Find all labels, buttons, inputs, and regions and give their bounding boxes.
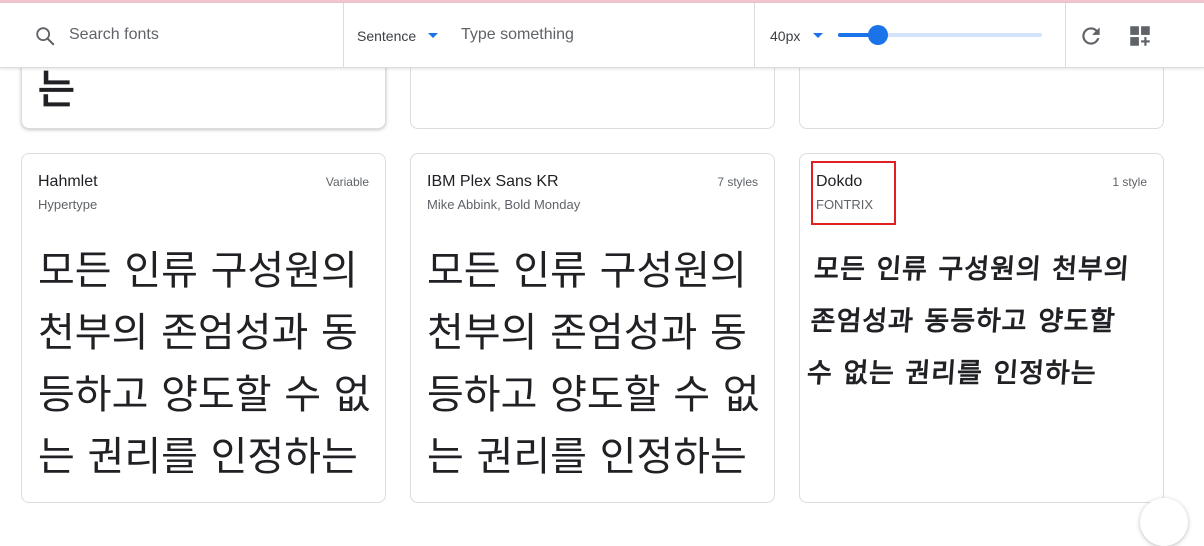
search-input[interactable]: Search fonts <box>69 26 159 44</box>
slider-thumb[interactable] <box>868 25 889 45</box>
font-name: Hahmlet <box>38 173 98 190</box>
chevron-down-icon[interactable] <box>428 33 438 38</box>
font-foundry: Hypertype <box>38 197 98 212</box>
scroll-to-top-button[interactable] <box>1140 498 1188 546</box>
font-toolbar: Search fonts Sentence Type something 40p… <box>0 3 1204 68</box>
font-styles-count: Variable <box>325 175 369 189</box>
font-foundry: Mike Abbink, Bold Monday <box>427 197 581 212</box>
sample-text: 모든 인류 구성원의 천부의 존엄성과 동등하고 양도할 수 없는 권리를 인정… <box>805 254 1131 389</box>
preview-text-input[interactable]: Type something <box>461 26 574 44</box>
font-card-ibm-plex-sans-kr[interactable]: IBM Plex Sans KR Mike Abbink, Bold Monda… <box>410 153 775 503</box>
font-size-select[interactable]: 40px <box>770 28 800 44</box>
sample-text: 모든 인류 구성원의 천부의 존엄성과 동등하고 양도할 수 없는 권리를 인정… <box>427 248 760 480</box>
font-styles-count: 1 style <box>1112 175 1147 189</box>
sample-text: 모든 인류 구성원의 천부의 존엄성과 동등하고 양도할 수 없는 권리를 인정… <box>38 248 371 480</box>
font-card-hahmlet[interactable]: Hahmlet Hypertype Variable 모든 인류 구성원의 천부… <box>21 153 386 503</box>
font-size-section: 40px <box>754 3 1066 67</box>
font-name: IBM Plex Sans KR <box>427 173 559 190</box>
highlight-box <box>811 161 896 225</box>
search-section[interactable]: Search fonts <box>0 3 344 67</box>
add-to-collection-icon[interactable] <box>1127 23 1153 49</box>
font-size-slider[interactable] <box>838 25 1042 45</box>
refresh-icon[interactable] <box>1078 23 1104 49</box>
font-styles-count: 7 styles <box>717 175 758 189</box>
preview-text-section: Sentence Type something <box>343 3 755 67</box>
chevron-down-icon[interactable] <box>813 33 823 38</box>
preview-mode-select[interactable]: Sentence <box>357 28 416 44</box>
search-icon <box>36 27 55 46</box>
